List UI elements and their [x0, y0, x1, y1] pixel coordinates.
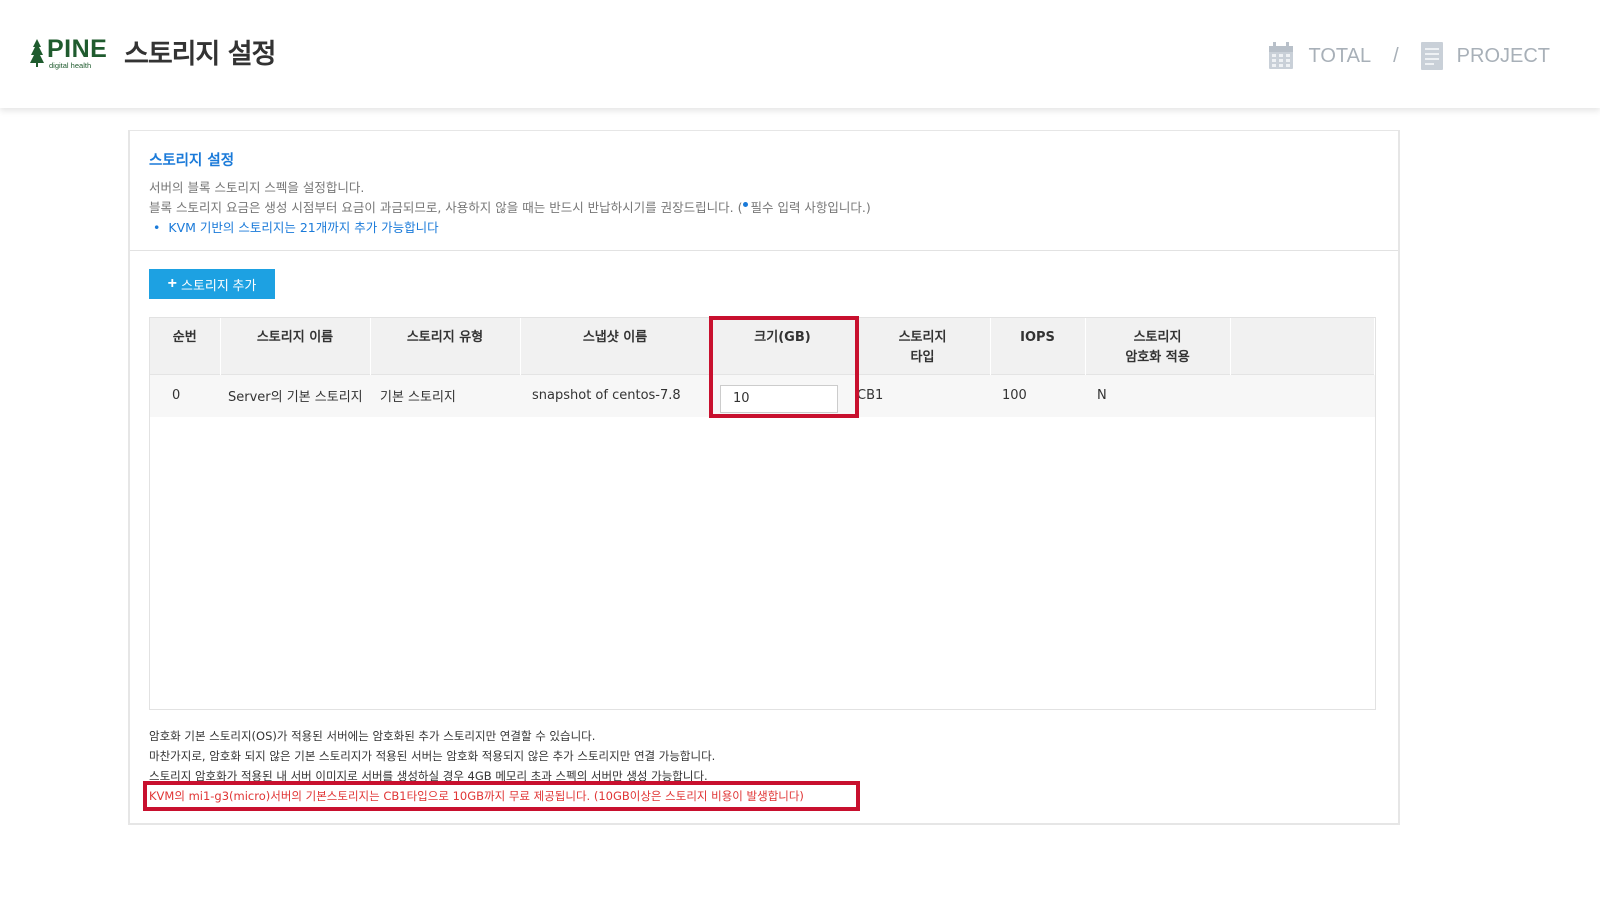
cell-snapshot: snapshot of centos-7.8	[520, 373, 710, 417]
desc-text-prefix: 블록 스토리지 요금은 생성 시점부터 요금이 과금되므로, 사용하지 않을 때…	[149, 200, 743, 215]
size-column-highlight	[709, 316, 859, 418]
warning-highlight	[143, 781, 860, 811]
page-title: 스토리지 설정	[124, 39, 276, 70]
storage-limit-note: KVM 기반의 스토리지는 21개까지 추가 가능합니다	[149, 218, 1379, 238]
cell-encryption: N	[1085, 373, 1230, 417]
cell-storage-type: CB1	[855, 373, 990, 417]
document-icon	[1420, 42, 1443, 70]
section-description-1: 서버의 블록 스토리지 스펙을 설정합니다.	[149, 180, 365, 195]
desc-text-suffix: 필수 입력 사항입니다.)	[750, 200, 871, 215]
cell-name: Server의 기본 스토리지	[220, 373, 370, 417]
nav-project-label: PROJECT	[1456, 44, 1550, 67]
note-line-1: 암호화 기본 스토리지(OS)가 적용된 서버에는 암호화된 추가 스토리지만 …	[149, 729, 596, 743]
plus-icon: +	[167, 275, 177, 292]
nav-project[interactable]: PROJECT	[1420, 42, 1550, 70]
col-header-no: 순번	[150, 318, 221, 374]
logo-subtitle: digital health	[49, 61, 92, 70]
section-title: 스토리지 설정	[149, 153, 235, 169]
nav-total-label: TOTAL	[1308, 44, 1372, 67]
col-header-storage-type: 스토리지 타입	[855, 318, 991, 374]
note-line-2: 마찬가지로, 암호화 되지 않은 기본 스토리지가 적용된 서버는 암호화 적용…	[149, 749, 716, 763]
col-header-spacer	[1230, 318, 1375, 374]
top-header: PINE digital health 스토리지 설정 TOTAL / PROJ…	[0, 0, 1600, 108]
nav-separator: /	[1393, 44, 1399, 67]
section-header: 스토리지 설정 서버의 블록 스토리지 스펙을 설정합니다. 블록 스토리지 요…	[130, 131, 1398, 251]
pine-logo[interactable]: PINE digital health	[30, 36, 107, 70]
cell-type: 기본 스토리지	[370, 373, 520, 417]
col-header-snapshot: 스냅샷 이름	[520, 318, 711, 374]
col-header-type: 스토리지 유형	[370, 318, 521, 374]
pine-tree-icon	[30, 39, 44, 67]
cell-no: 0	[150, 373, 220, 417]
add-storage-button[interactable]: + 스토리지 추가	[149, 269, 275, 299]
cell-spacer	[1230, 373, 1375, 417]
cell-iops: 100	[990, 373, 1085, 417]
required-dot-icon	[743, 202, 749, 207]
section-description-2: 블록 스토리지 요금은 생성 시점부터 요금이 과금되므로, 사용하지 않을 때…	[149, 198, 1379, 218]
col-header-iops: IOPS	[990, 318, 1086, 374]
col-header-encryption: 스토리지 암호화 적용	[1085, 318, 1231, 374]
top-nav: TOTAL / PROJECT	[1268, 40, 1550, 72]
storage-settings-panel: 스토리지 설정 서버의 블록 스토리지 스펙을 설정합니다. 블록 스토리지 요…	[128, 130, 1400, 825]
logo-brand: PINE	[47, 35, 108, 63]
add-storage-label: 스토리지 추가	[180, 277, 257, 293]
col-header-name: 스토리지 이름	[220, 318, 371, 374]
nav-total[interactable]: TOTAL	[1268, 42, 1371, 70]
calendar-icon	[1269, 42, 1294, 69]
